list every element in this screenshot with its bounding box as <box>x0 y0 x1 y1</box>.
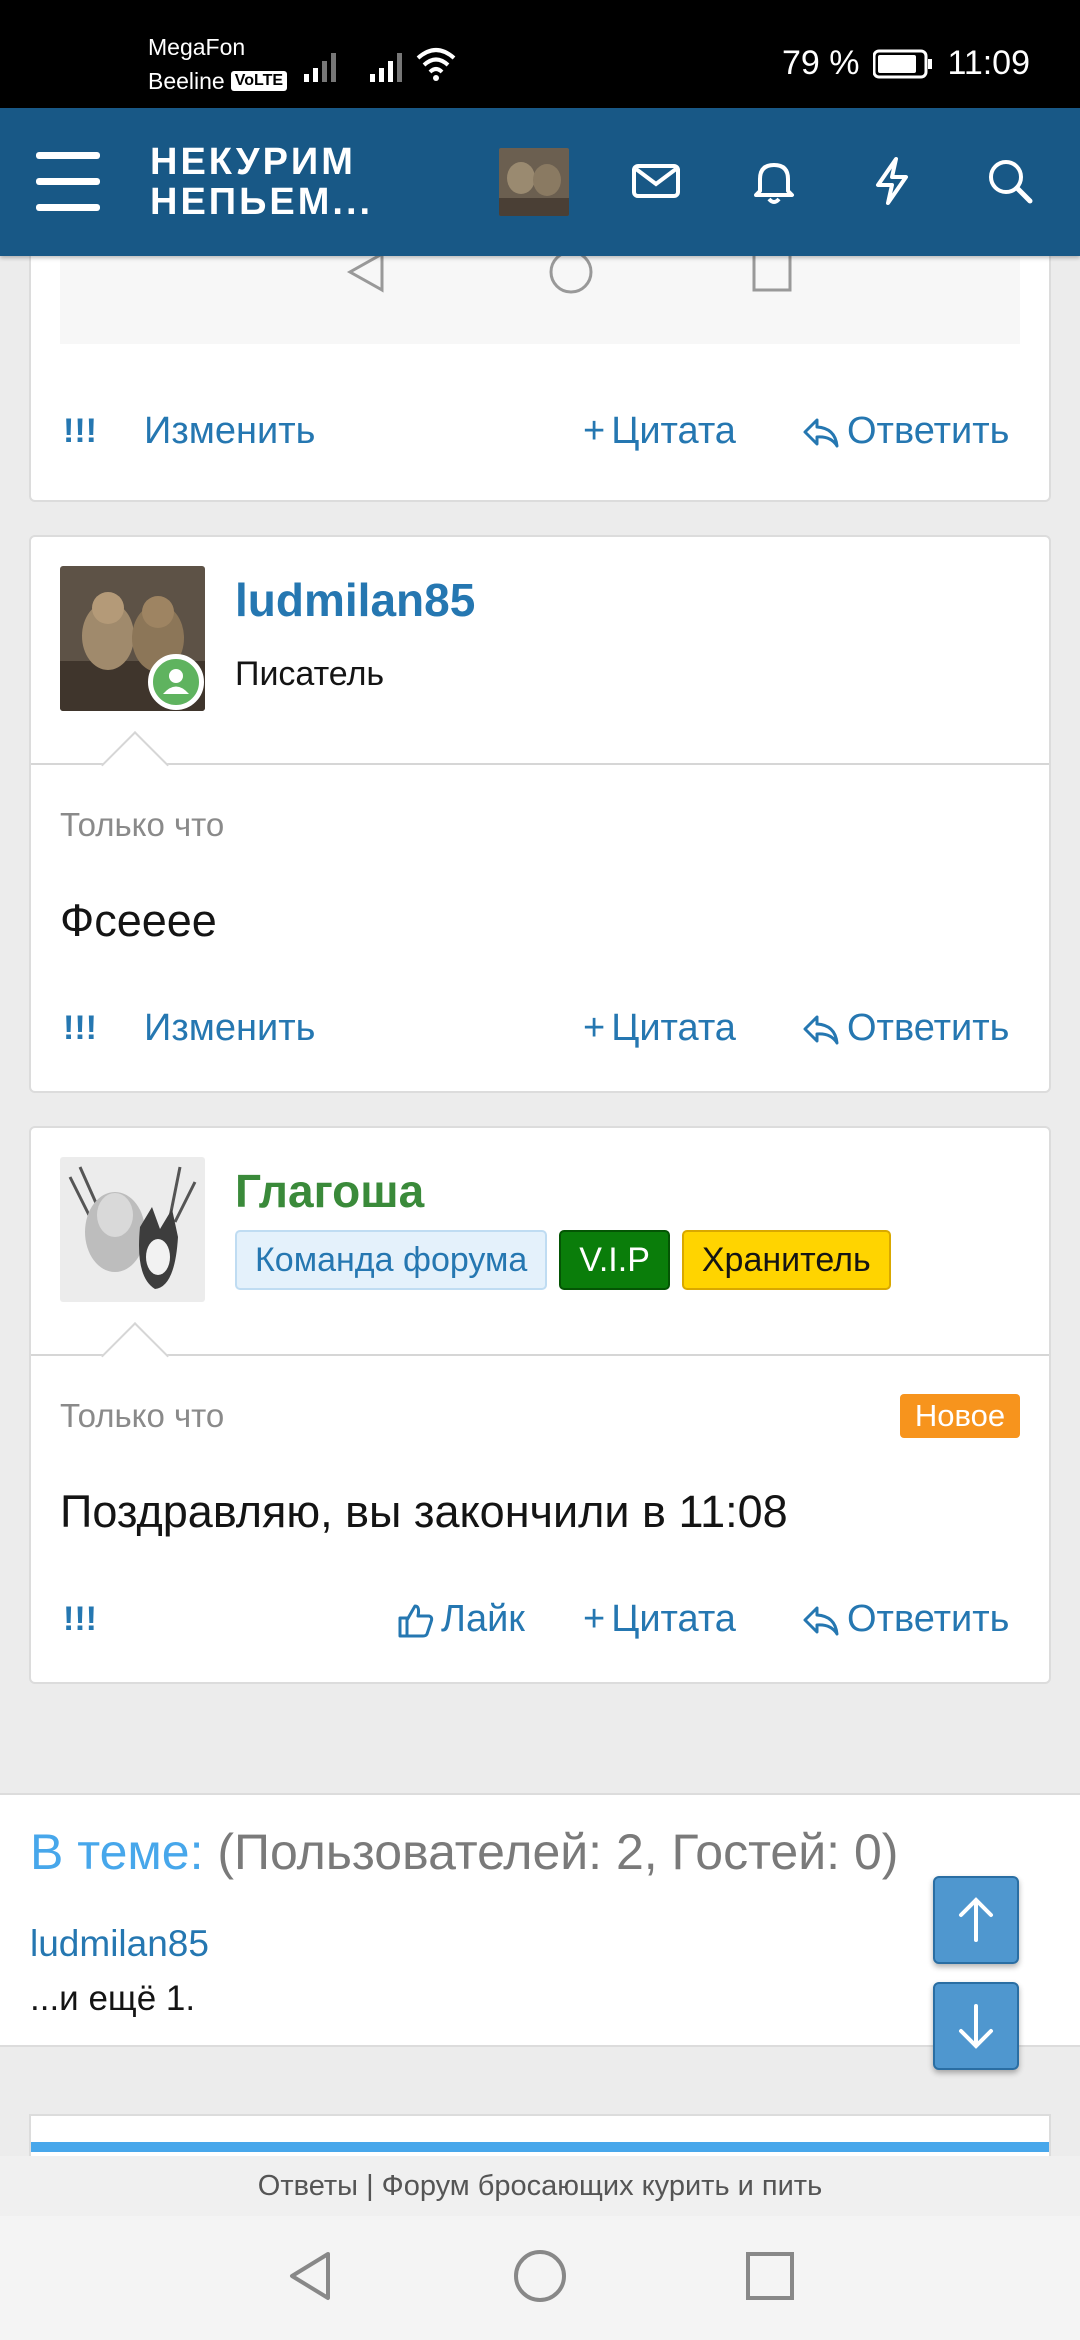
online-status-icon <box>148 654 204 710</box>
like-button[interactable]: Лайк <box>395 1598 525 1641</box>
post-message: Фсееее <box>60 895 217 946</box>
site-logo[interactable]: НЕКУРИМ НЕПЬЕМ... <box>150 142 373 222</box>
reply-icon <box>803 1015 839 1044</box>
wifi-icon <box>416 48 456 81</box>
avatar[interactable] <box>60 1157 205 1302</box>
arrow-down-icon <box>959 2004 993 2049</box>
reply-button[interactable]: Ответить <box>801 1598 1009 1641</box>
reply-button[interactable]: Ответить <box>801 1007 1009 1050</box>
new-badge: Новое <box>900 1394 1020 1438</box>
signal-icon <box>304 53 336 82</box>
user-avatar[interactable] <box>499 148 569 216</box>
arrow-up-icon <box>959 1897 993 1942</box>
author-name[interactable]: Глагоша <box>235 1164 424 1218</box>
battery-percent: 79 % <box>781 44 860 82</box>
plus-icon: + <box>583 410 606 452</box>
quote-button[interactable]: + Цитата <box>583 1007 736 1050</box>
report-button[interactable]: !!! <box>63 1600 97 1639</box>
signal-icon <box>370 53 402 82</box>
back-icon[interactable] <box>284 2246 336 2306</box>
thread-viewers-heading: В теме: (Пользователей: 2, Гостей: 0) <box>30 1824 899 1880</box>
mail-icon[interactable] <box>628 153 684 209</box>
reply-icon <box>803 418 839 447</box>
post-message: Поздравляю, вы закончили в 11:08 <box>60 1486 788 1537</box>
role-badge-team: Команда форума <box>235 1230 548 1290</box>
recents-icon[interactable] <box>744 2246 796 2306</box>
battery-icon <box>873 49 933 78</box>
report-button[interactable]: !!! <box>63 1009 97 1048</box>
menu-icon[interactable] <box>36 152 100 212</box>
user-roles: Команда форума V.I.P Хранитель <box>235 1230 891 1290</box>
bell-icon[interactable] <box>746 153 802 209</box>
post-time[interactable]: Только что <box>60 806 224 844</box>
thumbs-up-icon <box>398 1604 434 1637</box>
app-header: НЕКУРИМ НЕПЬЕМ... <box>0 108 1080 256</box>
post-user-header: ludmilan85 Писатель <box>31 537 1049 765</box>
status-bar: MegaFon Beeline VoLTE 79 % 11:09 <box>0 0 1080 108</box>
carriers: MegaFon Beeline VoLTE <box>148 30 288 98</box>
edit-button[interactable]: Изменить <box>144 410 315 453</box>
thread-viewers: В теме: (Пользователей: 2, Гостей: 0) lu… <box>0 1793 1080 2047</box>
role-badge-vip: V.I.P <box>559 1230 670 1290</box>
viewer-link[interactable]: ludmilan85 <box>30 1923 209 1965</box>
role-badge-keeper: Хранитель <box>681 1230 891 1290</box>
lightning-icon[interactable] <box>864 153 920 209</box>
scroll-down-button[interactable] <box>933 1982 1019 2070</box>
edit-button[interactable]: Изменить <box>144 1007 315 1050</box>
post-card-previous: !!! Изменить + Цитата Ответить <box>29 220 1051 502</box>
author-name[interactable]: ludmilan85 <box>235 573 475 627</box>
carrier-2: Beeline <box>148 68 225 94</box>
search-icon[interactable] <box>982 153 1038 209</box>
volte-badge: VoLTE <box>230 71 288 91</box>
carrier-1: MegaFon <box>148 34 246 60</box>
home-icon[interactable] <box>512 2246 568 2306</box>
plus-icon: + <box>583 1007 606 1049</box>
scroll-up-button[interactable] <box>933 1876 1019 1964</box>
post-card: ludmilan85 Писатель Только что Фсееее !!… <box>29 535 1051 1093</box>
system-navigation-bar <box>0 2216 1080 2340</box>
user-title: Писатель <box>235 655 385 693</box>
reply-button[interactable]: Ответить <box>801 410 1009 453</box>
reply-icon <box>803 1606 839 1635</box>
clock: 11:09 <box>947 44 1030 82</box>
post-card: Глагоша Команда форума V.I.P Хранитель Т… <box>29 1126 1051 1684</box>
quote-button[interactable]: + Цитата <box>583 410 736 453</box>
plus-icon: + <box>583 1598 606 1640</box>
post-user-header: Глагоша Команда форума V.I.P Хранитель <box>31 1128 1049 1356</box>
browser-page-title: Ответы | Форум бросающих курить и пить <box>0 2156 1080 2216</box>
quote-button[interactable]: + Цитата <box>583 1598 736 1641</box>
report-button[interactable]: !!! <box>63 412 97 451</box>
post-time[interactable]: Только что <box>60 1397 224 1435</box>
viewers-more: ...и ещё 1. <box>30 1979 196 2018</box>
